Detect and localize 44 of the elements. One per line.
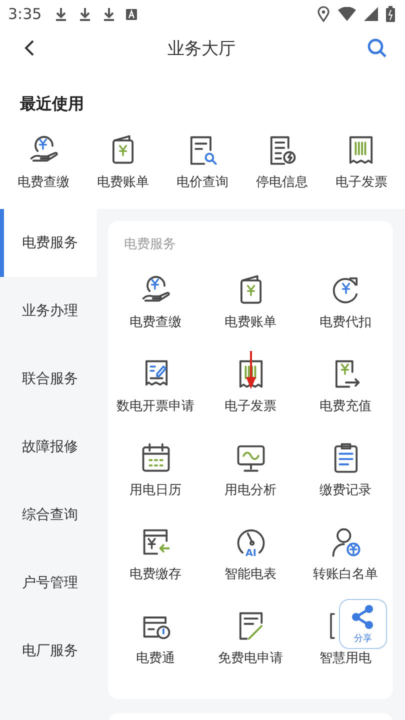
shortcut-label[interactable]: 停电信息 [256, 173, 308, 191]
share-icon [350, 604, 376, 630]
card-title: 电费服务 [123, 236, 177, 253]
service-label[interactable]: 转账白名单 [313, 565, 378, 583]
status-time: 3:35 [8, 5, 42, 23]
download-icon [54, 7, 68, 21]
service-label[interactable]: 电子发票 [224, 397, 276, 415]
sidebar-tab[interactable]: 电厂服务 [0, 617, 97, 685]
service-label[interactable]: 电费通 [136, 649, 175, 667]
pointer-arrow [246, 351, 256, 389]
sidebar-tab[interactable]: 电费服务 [0, 209, 97, 277]
download-icon [102, 7, 116, 21]
download-icon [78, 7, 92, 21]
sidebar-tab[interactable]: 业务办理 [0, 277, 97, 345]
service-label[interactable]: 缴费记录 [320, 481, 372, 499]
shortcut-label[interactable]: 电费账单 [97, 173, 150, 191]
page-title: 业务大厅 [166, 38, 236, 60]
sidebar-tab[interactable]: 综合查询 [0, 481, 97, 549]
battery-icon [386, 6, 395, 22]
share-button[interactable]: 分享 [339, 599, 387, 649]
service-label[interactable]: 数电开票申请 [116, 397, 194, 415]
back-icon[interactable] [24, 39, 36, 57]
service-label[interactable]: 电费账单 [224, 313, 276, 331]
shortcut-label[interactable]: 电价查询 [176, 173, 228, 191]
wifi-icon [338, 7, 356, 21]
sidebar-tab[interactable]: 故障报修 [0, 413, 97, 481]
location-icon [317, 6, 330, 22]
service-label[interactable]: 电费查缴 [130, 313, 182, 331]
app-notification-icon [126, 8, 137, 20]
service-label[interactable]: 电费缴存 [130, 565, 182, 583]
service-label[interactable]: 智慧用电 [320, 649, 372, 667]
service-label[interactable]: 智能电表 [224, 565, 276, 583]
service-label[interactable]: 电费代扣 [320, 313, 372, 331]
signal-icon [364, 7, 378, 21]
service-label[interactable]: 用电分析 [224, 481, 276, 499]
sidebar-tab[interactable]: 联合服务 [0, 345, 97, 413]
service-label[interactable]: 用电日历 [130, 481, 182, 499]
shortcut-label[interactable]: 电费查缴 [18, 173, 70, 191]
service-label[interactable]: 免费电申请 [218, 649, 283, 667]
section-heading: 最近使用 [19, 94, 85, 115]
search-icon[interactable] [367, 38, 387, 58]
shortcut-label[interactable]: 电子发票 [335, 173, 388, 191]
sidebar-tab[interactable]: 户号管理 [0, 549, 97, 617]
service-label[interactable]: 电费充值 [320, 397, 372, 415]
